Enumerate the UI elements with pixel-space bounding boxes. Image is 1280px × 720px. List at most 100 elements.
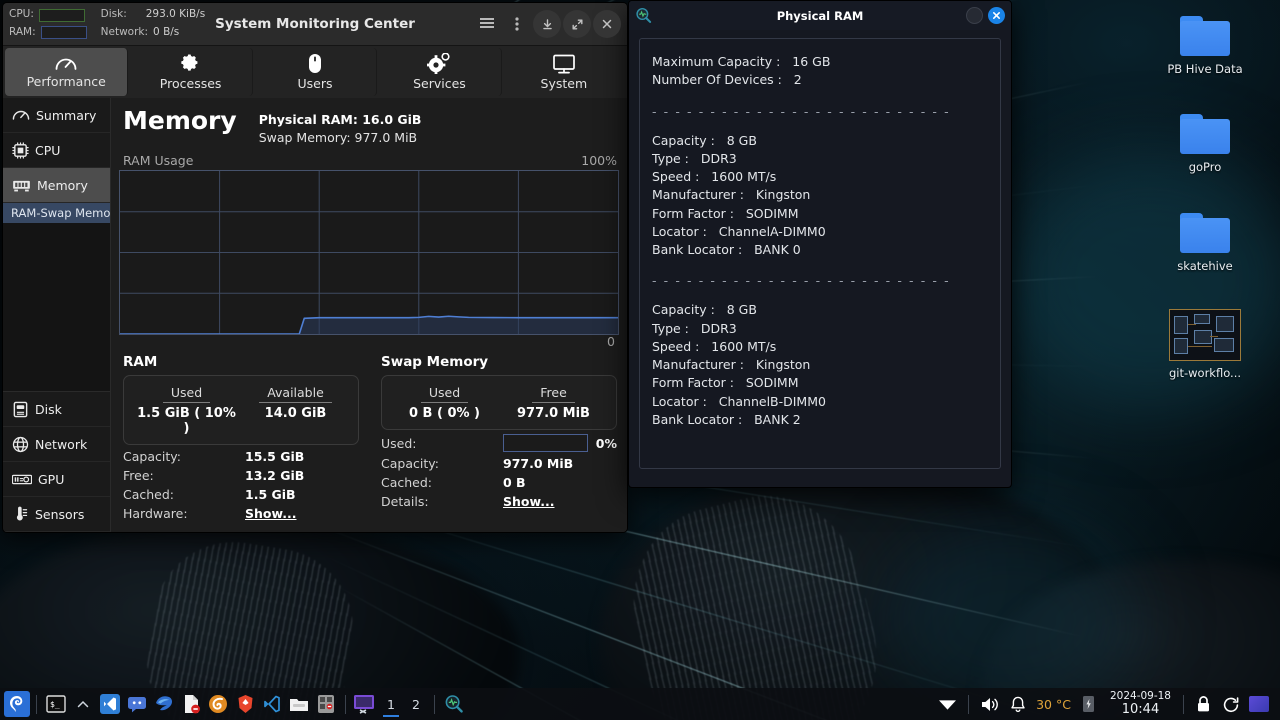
desktop-icon-label: git-workflo... [1168, 366, 1242, 381]
document-blocked-icon[interactable] [178, 691, 204, 717]
clock[interactable]: 2024-09-18 10:44 [1104, 690, 1177, 719]
sidebar-item-label: Sensors [35, 506, 85, 522]
ram-device-1: Capacity : 8 GB Type : DDR3 Speed : 1600… [652, 301, 988, 429]
window-body: Summary CPU Memory RAM-Swap Memo Disk Ne… [3, 98, 627, 532]
swap-used-header: Used [420, 385, 469, 404]
system-monitoring-center-window: CPU: RAM: Disk: 293.0 KiB/s Network: 0 B… [2, 2, 628, 533]
terminal-icon[interactable]: $_ [43, 691, 69, 717]
minimize-icon[interactable] [966, 7, 983, 24]
swap-details-show-link[interactable]: Show... [503, 494, 554, 509]
gimp-icon[interactable] [205, 691, 231, 717]
device-speed-line: Speed : 1600 MT/s [652, 169, 777, 184]
cpu-mini-label: CPU: [9, 8, 34, 21]
chevron-up-icon[interactable] [70, 691, 96, 717]
desktop-icon-gopro[interactable]: goPro [1149, 114, 1261, 174]
tab-users[interactable]: Users [254, 48, 378, 96]
ram-mini-label: RAM: [9, 26, 36, 38]
menu-icon[interactable] [473, 10, 501, 38]
temperature-indicator[interactable]: 30 °C [1033, 697, 1074, 712]
screen-icon[interactable] [1246, 691, 1272, 717]
folder-icon [1180, 16, 1230, 56]
workspace-label: 2 [412, 696, 420, 712]
ram-cached-value: 1.5 GiB [245, 487, 296, 503]
vscode-icon[interactable] [259, 691, 285, 717]
logout-icon[interactable] [1218, 691, 1244, 717]
more-vertical-icon[interactable] [503, 10, 531, 38]
dialog-titlebar[interactable]: Physical RAM [629, 1, 1011, 30]
sidebar-item-summary[interactable]: Summary [3, 98, 110, 133]
vscodium-icon[interactable] [97, 691, 123, 717]
sidebar-item-sensors[interactable]: Sensors [3, 497, 110, 532]
tab-services[interactable]: Services [378, 48, 502, 96]
tab-label: Services [413, 76, 466, 91]
ram-cached-row: Cached: 1.5 GiB [123, 483, 359, 502]
workspace-2[interactable]: 2 [404, 691, 428, 717]
ram-usage-chart [119, 169, 619, 335]
sidebar-item-memory[interactable]: Memory [3, 168, 110, 203]
volume-icon[interactable] [977, 691, 1003, 717]
sidebar-subitem-ram-swap-memory[interactable]: RAM-Swap Memory [3, 203, 110, 223]
desktop-icon-pb-hive-data[interactable]: PB Hive Data [1149, 16, 1261, 76]
sidebar-item-cpu[interactable]: CPU [3, 133, 110, 168]
close-icon[interactable] [988, 7, 1005, 24]
desktop-icon-skatehive[interactable]: skatehive [1149, 212, 1261, 273]
swap-cached-row: Cached: 0 B [381, 471, 617, 490]
file-manager-icon[interactable] [286, 691, 312, 717]
ram-usage-chart-svg [120, 170, 618, 334]
graph-max-label: 100% [581, 152, 617, 168]
thunderbird-icon[interactable] [151, 691, 177, 717]
discord-icon[interactable] [124, 691, 150, 717]
kde-logo-icon[interactable] [4, 691, 30, 717]
sidebar-bottom-items: Disk Network GPU Sensors [3, 391, 110, 532]
magnifier-monitor-icon[interactable] [441, 691, 467, 717]
sidebar-item-disk[interactable]: Disk [3, 392, 110, 427]
swap-summary-card: Used 0 B ( 0% ) Free 977.0 MiB [381, 375, 617, 431]
dialog-content: Maximum Capacity : 16 GB Number Of Devic… [639, 38, 1001, 469]
tab-performance[interactable]: Performance [5, 48, 129, 96]
sidebar-item-network[interactable]: Network [3, 427, 110, 462]
screen-thumbnail [1249, 696, 1269, 712]
battery-icon[interactable] [1076, 691, 1102, 717]
memory-header: Memory Physical RAM: 16.0 GiB Swap Memor… [119, 106, 619, 153]
ram-free-key: Free: [123, 468, 154, 484]
cpu-mini-graph [38, 8, 85, 22]
divider [434, 694, 435, 714]
tab-processes[interactable]: Processes [129, 48, 253, 96]
ram-hardware-show-link[interactable]: Show... [245, 506, 296, 521]
calculator-icon[interactable] [313, 691, 339, 717]
globe-icon [12, 436, 29, 452]
desktop-icon-git-workflow[interactable]: git-workflo... [1149, 309, 1261, 380]
ram-capacity-row: Capacity: 15.5 GiB [123, 445, 359, 464]
separator: - - - - - - - - - - - - - - - - - - - - … [652, 273, 951, 289]
swap-capacity-row: Capacity: 977.0 MiB [381, 452, 617, 471]
ram-device-0: Capacity : 8 GB Type : DDR3 Speed : 1600… [652, 132, 988, 260]
workspace-1[interactable]: 1 [379, 691, 403, 717]
gear-icon [181, 54, 198, 71]
swap-used-progressbar [503, 434, 588, 453]
wifi-icon[interactable] [934, 691, 960, 717]
ram-capacity-value: 15.5 GiB [245, 449, 305, 465]
gauge-icon [12, 110, 30, 120]
swap-capacity-value: 977.0 MiB [503, 456, 574, 472]
lock-icon[interactable] [1190, 691, 1216, 717]
clock-date: 2024-09-18 [1109, 689, 1171, 702]
ram-capacity-key: Capacity: [123, 449, 181, 465]
swap-used-percent: 0% [595, 435, 617, 451]
brave-icon[interactable] [232, 691, 258, 717]
bell-icon[interactable] [1005, 691, 1031, 717]
tab-system[interactable]: System [503, 48, 625, 96]
memory-panel: Memory Physical RAM: 16.0 GiB Swap Memor… [111, 98, 627, 532]
device-type-line: Type : DDR3 [652, 150, 737, 166]
sidebar-item-gpu[interactable]: GPU [3, 462, 110, 497]
desktop-icon-label: PB Hive Data [1167, 62, 1243, 76]
monitor-icon [552, 54, 575, 73]
minimize-icon[interactable] [533, 10, 561, 38]
window-titlebar[interactable]: CPU: RAM: Disk: 293.0 KiB/s Network: 0 B… [3, 3, 627, 46]
display-switch-icon[interactable] [352, 691, 378, 717]
memory-stats: RAM Used 1.5 GiB ( 10% ) Available 14.0 … [119, 348, 619, 521]
close-icon[interactable] [593, 10, 621, 38]
divider [36, 694, 37, 714]
tab-label: Performance [26, 74, 106, 89]
maximize-icon[interactable] [563, 10, 591, 38]
device-count-line: Number Of Devices : 2 [652, 72, 802, 88]
